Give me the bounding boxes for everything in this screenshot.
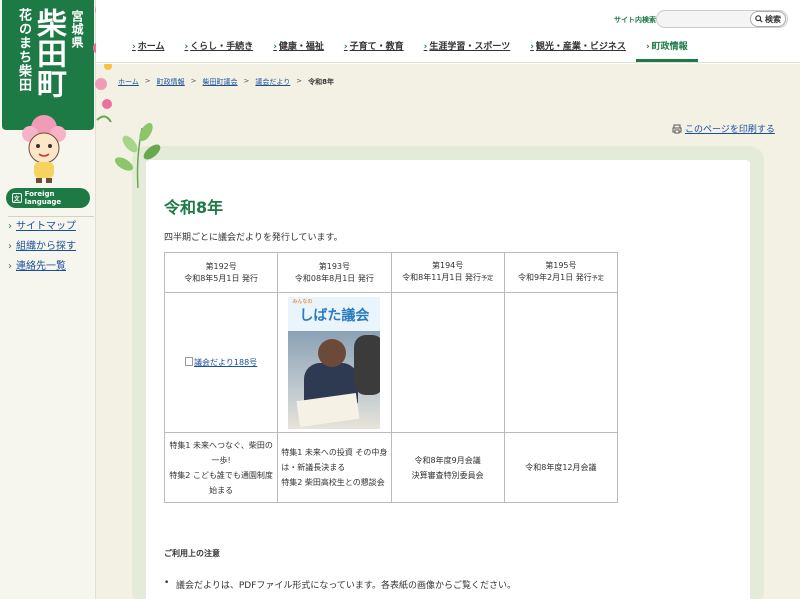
site-logo[interactable]: 花のまち柴田 柴田町 宮城県 [2,0,94,130]
search-icon [755,15,763,23]
nav-learning[interactable]: 生涯学習・スポーツ [414,38,521,62]
cover-small-text: みんなの [292,298,313,305]
logo-town-name: 柴田町 [31,8,66,98]
breadcrumb-council[interactable]: 柴田町議会 [203,77,238,87]
issue-cover-cell: みんなの しばた議会 [277,292,392,433]
header-divider [96,62,800,63]
sidebar-links: サイトマップ 組織から探す 連絡先一覧 [8,216,94,277]
nav-childcare[interactable]: 子育て・教育 [334,38,414,62]
breadcrumb-newsletter[interactable]: 議会だより [255,77,290,87]
print-label: このページを印刷する [685,125,775,135]
print-page-link[interactable]: このページを印刷する [672,122,775,135]
sidebar-link-sitemap[interactable]: サイトマップ [8,217,94,237]
nav-health[interactable]: 健康・福祉 [263,38,334,62]
left-sidebar: 花のまち柴田 柴田町 宮城県 文 Foreign language サイトマップ… [0,0,96,599]
table-row: 議会だより188号 みんなの しばた議会 [163,292,619,433]
issue-193-cover-image[interactable]: みんなの しばた議会 [288,296,381,429]
issue-header: 第192号 令和8年5月1日 発行 [163,252,279,293]
newsletter-table: 第192号 令和8年5月1日 発行 第193号 令和08年8月1日 発行 第194号… [163,252,619,503]
search-label: サイト内検索 [614,16,656,24]
issue-header: 第194号 令和8年11月1日 発行予定 [390,252,505,293]
breadcrumb-home[interactable]: ホーム [118,77,139,87]
notice-heading: ご利用上の注意 [164,549,220,558]
nav-town-info[interactable]: 町政情報 [635,38,698,62]
logo-prefecture: 宮城県 [70,10,84,49]
search-button[interactable]: 検索 [750,11,786,27]
issue-cover-cell [390,292,505,433]
breadcrumb-current: 令和8年 [308,78,335,86]
issue-header: 第195号 令和9年2月1日 発行予定 [503,252,619,293]
global-nav: ホーム くらし・手続き 健康・福祉 子育て・教育 生涯学習・スポーツ 観光・産業… [122,38,698,64]
intro-text: 四半期ごとに議会だよりを発行しています。 [164,233,343,243]
issue-description: 令和8年度9月会議 決算審査特別委員会 [390,432,505,503]
notice-item: 議会だよりは、PDFファイル形式になっています。各表紙の画像からご覧ください。 [164,578,516,591]
issue-description: 令和8年度12月会議 [503,432,619,503]
mascot-illustration [22,115,66,183]
sidebar-link-organization[interactable]: 組織から探す [8,237,94,257]
sidebar-link-contacts[interactable]: 連絡先一覧 [8,257,94,277]
site-header: サイト内検索 検索 ホーム くらし・手続き 健康・福祉 子育て・教育 生涯学習・… [96,0,800,64]
breadcrumb: ホーム > 町政情報 > 柴田町議会 > 議会だより > 令和8年 [118,77,335,87]
table-row: 第192号 令和8年5月1日 発行 第193号 令和08年8月1日 発行 第194号… [163,252,619,293]
print-icon [672,124,682,133]
foreign-language-label: Foreign language [24,190,62,206]
logo-subtitle: 花のまち柴田 [16,8,31,92]
main-content: 令和8年 四半期ごとに議会だよりを発行しています。 第192号 令和8年5月1日 … [146,160,750,599]
nav-living[interactable]: くらし・手続き [174,38,263,62]
issue-192-cover-link[interactable]: 議会だより188号 [185,358,257,367]
search-button-label: 検索 [765,14,781,24]
issue-description: 特集1 未来へつなぐ、柴田の一歩! 特集2 こども誰でも通園制度 始まる [163,432,279,503]
page-title: 令和8年 [164,198,224,217]
issue-cover-cell [503,292,619,433]
table-row: 特集1 未来へつなぐ、柴田の一歩! 特集2 こども誰でも通園制度 始まる 特集1 … [163,432,619,503]
nav-tourism[interactable]: 観光・産業・ビジネス [520,38,636,62]
issue-description: 特集1 未来への投資 その中身は・新議長決まる 特集2 柴田高校生との懇談会 [277,432,392,503]
cover-title: しばた議会 [299,307,370,324]
issue-cover-cell: 議会だより188号 [163,292,279,433]
nav-home[interactable]: ホーム [122,38,174,62]
foreign-language-button[interactable]: 文 Foreign language [6,188,90,208]
globe-icon: 文 [12,193,22,203]
breadcrumb-town-info[interactable]: 町政情報 [157,77,185,87]
issue-header: 第193号 令和08年8月1日 発行 [277,252,392,293]
